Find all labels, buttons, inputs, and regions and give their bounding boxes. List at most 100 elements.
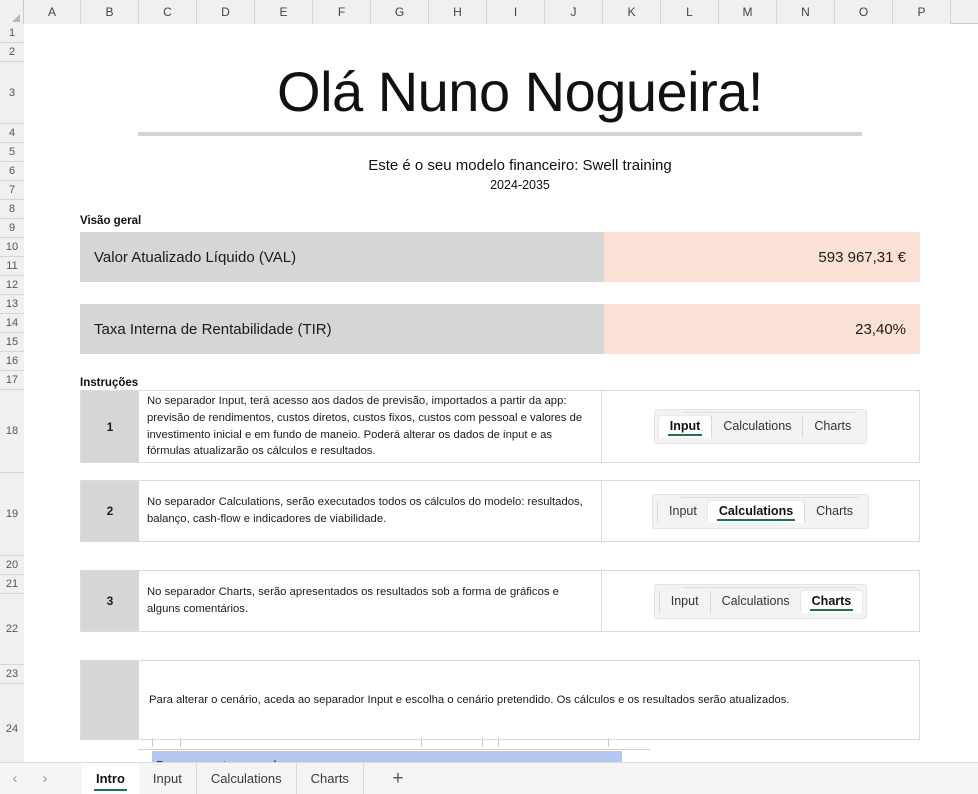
- instruction-row: 2 No separador Calculations, serão execu…: [80, 480, 920, 542]
- mock-tab-input: Input: [658, 590, 710, 613]
- instruction-illustration: Input Calculations Charts: [602, 391, 919, 462]
- row-header-19[interactable]: 19: [0, 473, 24, 556]
- sheet-tab-label: Intro: [96, 771, 125, 786]
- row-header-10[interactable]: 10: [0, 238, 24, 257]
- sheet-tab-list: Intro Input Calculations Charts: [82, 762, 364, 794]
- column-header-b[interactable]: B: [81, 0, 139, 24]
- mock-tab-charts: Charts: [800, 590, 863, 613]
- column-header-h[interactable]: H: [429, 0, 487, 24]
- instruction-text: No separador Input, terá acesso aos dado…: [139, 391, 602, 462]
- row-header-16[interactable]: 16: [0, 352, 24, 371]
- column-header-g[interactable]: G: [371, 0, 429, 24]
- overview-section-label: Visão geral: [80, 215, 142, 227]
- instruction-illustration: Input Calculations Charts: [602, 571, 919, 631]
- instruction-number: 1: [81, 391, 139, 462]
- prev-sheet-arrow-icon[interactable]: ‹: [0, 763, 30, 794]
- row-header-7[interactable]: 7: [0, 181, 24, 200]
- metric-label-irr: Taxa Interna de Rentabilidade (TIR): [80, 304, 604, 354]
- sheet-tab-label: Charts: [310, 771, 349, 786]
- instructions-section-label: Instruções: [80, 377, 139, 389]
- sheet-tab-input[interactable]: Input: [139, 762, 197, 794]
- mock-tab-charts: Charts: [802, 416, 862, 438]
- instruction-row: 3 No separador Charts, serão apresentado…: [80, 570, 920, 632]
- row-header-8[interactable]: 8: [0, 200, 24, 219]
- embedded-assumptions-object[interactable]: Pressupostos gerais: [138, 738, 650, 762]
- metric-value-npv: 593 967,31 €: [604, 232, 920, 282]
- sheet-tab-active-underline: [94, 788, 127, 791]
- next-sheet-arrow-icon[interactable]: ›: [30, 763, 60, 794]
- row-header-bar: 1 2 3 4 5 6 7 8 9 10 11 12 13 14 15 16 17 18 19 20 21 22 23 24: [0, 24, 24, 774]
- column-header-c[interactable]: C: [139, 0, 197, 24]
- row-header-3[interactable]: 3: [0, 62, 24, 124]
- row-header-4[interactable]: 4: [0, 124, 24, 143]
- row-header-11[interactable]: 11: [0, 257, 24, 276]
- row-header-21[interactable]: 21: [0, 575, 24, 594]
- column-header-i[interactable]: I: [487, 0, 545, 24]
- scenario-note-text: Para alterar o cenário, aceda ao separad…: [149, 693, 790, 706]
- row-header-15[interactable]: 15: [0, 333, 24, 352]
- add-sheet-button[interactable]: +: [378, 763, 418, 794]
- mock-tab-active-underline: [809, 608, 854, 611]
- select-all-corner[interactable]: [0, 0, 24, 24]
- object-baseline: [138, 749, 650, 750]
- mock-tab-calculations: Calculations: [711, 416, 802, 438]
- row-header-12[interactable]: 12: [0, 276, 24, 295]
- mock-tab-calculations: Calculations: [709, 590, 801, 613]
- column-header-d[interactable]: D: [197, 0, 255, 24]
- ribbon-tabs-mock-calculations: Input Calculations Charts: [653, 494, 868, 528]
- page-subtitle: Este é o seu modelo financeiro: Swell tr…: [368, 157, 672, 174]
- column-header-a[interactable]: A: [24, 0, 81, 24]
- column-header-f[interactable]: F: [313, 0, 371, 24]
- row-header-9[interactable]: 9: [0, 219, 24, 238]
- sheet-tab-charts[interactable]: Charts: [297, 762, 364, 794]
- metric-row-irr: Taxa Interna de Rentabilidade (TIR) 23,4…: [80, 304, 920, 354]
- column-header-bar: ABCDEFGHIJKLMNOP: [0, 0, 978, 24]
- column-header-l[interactable]: L: [661, 0, 719, 24]
- metric-label-npv: Valor Atualizado Líquido (VAL): [80, 232, 604, 282]
- mock-top-rule: [682, 586, 857, 588]
- row-header-18[interactable]: 18: [0, 390, 24, 473]
- sheet-tab-calculations[interactable]: Calculations: [197, 762, 297, 794]
- sheet-tab-label: Calculations: [210, 771, 282, 786]
- sheet-tab-bar: ‹ › Intro Input Calculations Charts +: [0, 762, 978, 794]
- mock-tab-input: Input: [657, 500, 708, 523]
- row-header-1[interactable]: 1: [0, 24, 24, 43]
- row-header-17[interactable]: 17: [0, 371, 24, 390]
- mock-tab-active-underline: [667, 434, 703, 436]
- instruction-number: 2: [81, 481, 139, 541]
- instruction-number: 3: [81, 571, 139, 631]
- mock-tab-active-underline: [716, 518, 796, 521]
- sheet-tab-label: Input: [152, 771, 182, 786]
- mock-tab-charts: Charts: [804, 500, 864, 523]
- row-header-23[interactable]: 23: [0, 665, 24, 684]
- column-header-j[interactable]: J: [545, 0, 603, 24]
- ribbon-tabs-mock-input: Input Calculations Charts: [654, 410, 867, 443]
- scenario-note-row: Para alterar o cenário, aceda ao separad…: [80, 660, 920, 740]
- column-header-p[interactable]: P: [893, 0, 951, 24]
- row-header-13[interactable]: 13: [0, 295, 24, 314]
- model-period: 2024-2035: [490, 178, 550, 192]
- row-header-22[interactable]: 22: [0, 594, 24, 665]
- row-header-6[interactable]: 6: [0, 162, 24, 181]
- mock-top-rule: [682, 412, 857, 413]
- metric-row-npv: Valor Atualizado Líquido (VAL) 593 967,3…: [80, 232, 920, 282]
- row-header-20[interactable]: 20: [0, 556, 24, 575]
- object-ticks: [138, 738, 650, 748]
- column-header-m[interactable]: M: [719, 0, 777, 24]
- spreadsheet-window: ABCDEFGHIJKLMNOP 1 2 3 4 5 6 7 8 9 10 11 12 13 14 15 16…: [0, 0, 978, 794]
- mock-tab-input-label: Input: [669, 419, 701, 433]
- sheet-tab-intro[interactable]: Intro: [82, 762, 139, 794]
- row-header-14[interactable]: 14: [0, 314, 24, 333]
- instruction-text: No separador Charts, serão apresentados …: [139, 571, 602, 631]
- row-header-24[interactable]: 24: [0, 684, 24, 774]
- column-header-n[interactable]: N: [777, 0, 835, 24]
- page-title: Olá Nuno Nogueira!: [277, 60, 763, 123]
- row-header-5[interactable]: 5: [0, 143, 24, 162]
- mock-tab-charts-label: Charts: [811, 593, 852, 608]
- mock-top-rule: [681, 496, 858, 498]
- row-header-2[interactable]: 2: [0, 43, 24, 62]
- column-header-e[interactable]: E: [255, 0, 313, 24]
- column-header-k[interactable]: K: [603, 0, 661, 24]
- instruction-text: No separador Calculations, serão executa…: [139, 481, 602, 541]
- column-header-o[interactable]: O: [835, 0, 893, 24]
